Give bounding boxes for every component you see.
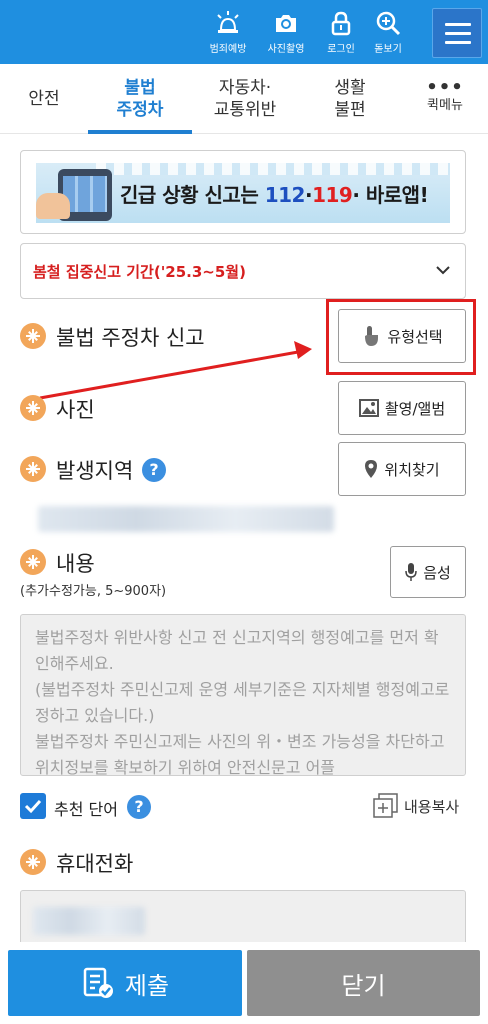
submit-label: 제출: [124, 971, 170, 1000]
photo-album-button[interactable]: 촬영/앨범: [338, 381, 466, 435]
phone-label: 휴대전화: [56, 852, 134, 876]
required-icon: [20, 395, 46, 421]
recommend-label: 추천 단어: [54, 800, 118, 819]
required-icon: [20, 549, 46, 575]
microphone-icon: [405, 563, 417, 581]
voice-input-button[interactable]: 음성: [390, 546, 466, 598]
phone-input[interactable]: [20, 890, 466, 950]
photo-album-label: 촬영/앨범: [384, 399, 446, 418]
content-label: 내용: [56, 552, 95, 576]
checkmark-icon: [24, 799, 42, 814]
submit-button[interactable]: 제출: [8, 950, 242, 1016]
content-textarea[interactable]: 불법주정차 위반사항 신고 전 신고지역의 행정예고를 먼저 확인해주세요. (…: [20, 614, 466, 776]
content-sublabel: (추가수정가능, 5~900자): [20, 584, 167, 599]
help-icon[interactable]: ?: [127, 795, 151, 819]
location-pin-icon: [365, 460, 378, 478]
find-location-label: 위치찾기: [384, 460, 440, 479]
recommend-checkbox[interactable]: [20, 793, 46, 819]
submit-doc-icon: [83, 967, 113, 998]
close-label: 닫기: [341, 971, 386, 1000]
help-icon[interactable]: ?: [142, 458, 166, 482]
copy-icon[interactable]: [372, 792, 400, 820]
find-location-button[interactable]: 위치찾기: [338, 442, 466, 496]
close-button[interactable]: 닫기: [247, 950, 480, 1016]
phone-blurred: [33, 907, 145, 935]
voice-input-label: 음성: [423, 563, 451, 582]
bottom-actions: 제출 닫기: [0, 942, 488, 1024]
copy-content-button[interactable]: 내용복사: [404, 796, 459, 817]
required-icon: [20, 456, 46, 482]
location-label: 발생지역: [56, 459, 134, 483]
image-icon: [358, 399, 379, 417]
photo-label: 사진: [56, 398, 95, 422]
required-icon: [20, 849, 46, 875]
red-arrow-annotation: [39, 341, 312, 400]
address-blurred: [38, 506, 334, 532]
